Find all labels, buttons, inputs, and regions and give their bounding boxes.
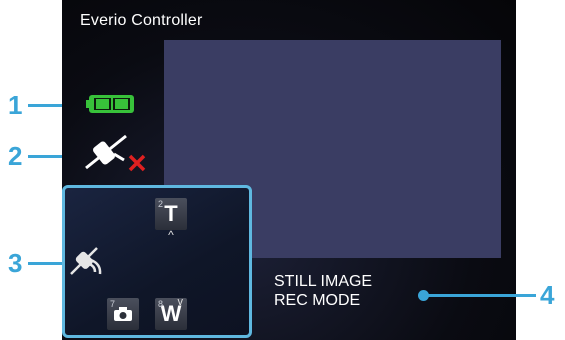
- rec-mode-label: STILL IMAGE REC MODE: [274, 272, 372, 310]
- callout-4: 4: [540, 280, 555, 310]
- callout-4-line: [424, 294, 536, 297]
- callout-3-line: [28, 262, 64, 265]
- zoom-tele-number: 2: [158, 199, 164, 209]
- mode-line-2: REC MODE: [274, 292, 361, 309]
- app-title: Everio Controller: [80, 12, 203, 29]
- controller-screen: Everio Controller 2 T ^ 7 8 v W STILL IM…: [62, 0, 516, 340]
- snapshot-button[interactable]: 7: [107, 298, 139, 330]
- chevron-up-icon: ^: [168, 228, 174, 242]
- battery-full-icon: [86, 95, 134, 113]
- callout-3: 3: [8, 248, 23, 278]
- zoom-wide-number: 8: [158, 299, 164, 309]
- zoom-wide-button[interactable]: 8 v W: [155, 296, 187, 330]
- gps-disconnected-icon: [85, 134, 146, 172]
- control-panel: 2 T ^ 7 8 v W: [62, 185, 252, 338]
- gps-icon[interactable]: [67, 242, 103, 278]
- camera-icon: [114, 307, 132, 321]
- snapshot-number: 7: [110, 299, 116, 309]
- callout-1: 1: [8, 90, 23, 120]
- zoom-tele-label: T: [164, 201, 178, 226]
- zoom-tele-button[interactable]: 2 T ^: [155, 198, 187, 242]
- callout-2: 2: [8, 141, 23, 171]
- mode-line-1: STILL IMAGE: [274, 273, 373, 290]
- chevron-down-icon: v: [177, 296, 184, 308]
